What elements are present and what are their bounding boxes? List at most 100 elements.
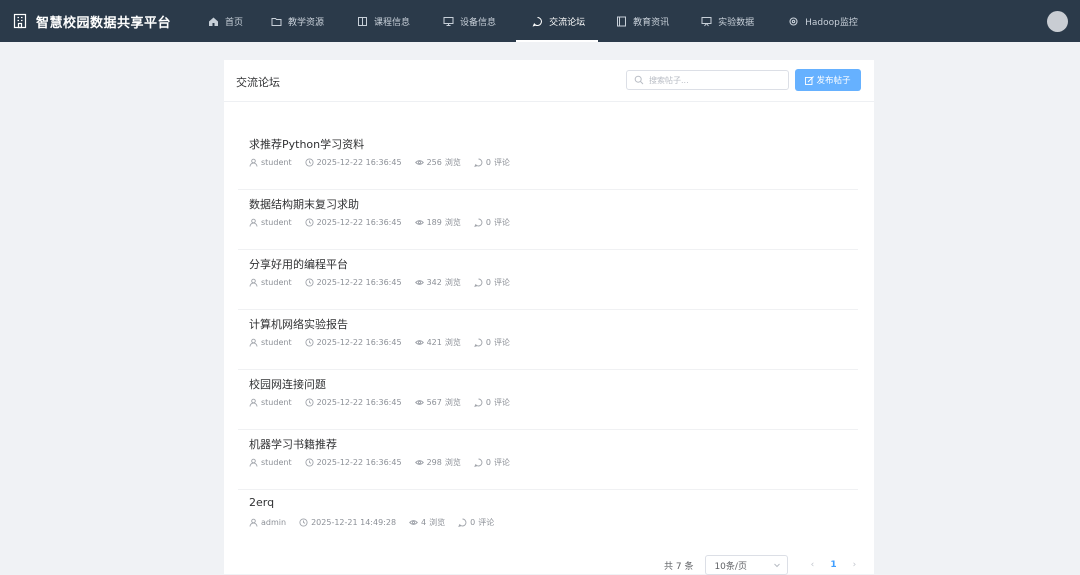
comment-icon [474,278,483,287]
comments-suffix: 评论 [478,518,495,527]
total-count: 共 7 条 [664,561,694,572]
post-comments: 0 评论 [458,517,494,528]
post-author: student [249,278,292,287]
page-number-current[interactable]: 1 [823,555,843,575]
nav-item-label: 实验数据 [718,17,755,28]
views-suffix: 浏览 [444,398,461,407]
views-count: 298 [426,458,442,467]
main-nav: 首页 教学资源 课程信息 设备信息 交流论坛 教育资讯 实验数据 Hadoop监… [205,0,868,42]
nav-item-home[interactable]: 首页 [205,0,255,42]
post-title[interactable]: 校园网连接问题 [249,376,326,392]
post-timestamp: 2025-12-22 16:36:45 [316,398,402,407]
clock-icon [305,458,314,467]
nav-item-label: 课程信息 [374,17,411,28]
nav-item-experiment-data[interactable]: 实验数据 [693,0,780,42]
list-item[interactable]: 计算机网络实验报告 student 2025-12-22 16:36:45 421 浏览… [238,310,858,370]
clock-icon [299,518,308,527]
nav-item-teaching-resources[interactable]: 教学资源 [255,0,349,42]
clock-icon [305,158,314,167]
search-input[interactable] [649,75,779,85]
eye-icon [414,218,424,227]
comments-count: 0 [485,158,491,167]
views-suffix: 浏览 [444,158,461,167]
comment-icon [474,398,483,407]
user-avatar[interactable] [1047,11,1068,32]
page-size-select[interactable]: 10条/页 [705,555,789,575]
post-time: 2025-12-21 14:49:28 [299,518,396,527]
list-item[interactable]: 校园网连接问题 student 2025-12-22 16:36:45 567 浏览 0 评… [238,370,858,430]
list-item[interactable]: 2erq admin 2025-12-21 14:49:28 4 浏览 0 评论 [238,490,858,550]
post-views: 4 浏览 [409,517,445,528]
post-author: student [249,338,292,347]
post-title[interactable]: 计算机网络实验报告 [249,316,348,332]
publish-post-button[interactable]: 发布帖子 [795,69,861,91]
nav-item-education-news[interactable]: 教育资讯 [598,0,693,42]
clock-icon [305,398,314,407]
comments-count: 0 [485,338,491,347]
views-suffix: 浏览 [444,218,461,227]
chart-board-icon [701,16,712,27]
user-icon [249,518,258,527]
gear-icon [788,16,799,27]
pagination: 共 7 条 10条/页 ‹ 1 › [664,555,864,575]
prev-page-button[interactable]: ‹ [802,555,822,575]
post-views: 298 浏览 [414,457,461,468]
views-suffix: 浏览 [444,338,461,347]
nav-item-device-info[interactable]: 设备信息 [435,0,516,42]
post-meta: student 2025-12-22 16:36:45 298 浏览 0 评论 [249,457,523,468]
clock-icon [305,338,314,347]
views-count: 4 [421,518,427,527]
clock-icon [305,278,314,287]
post-views: 567 浏览 [414,397,461,408]
search-box[interactable] [626,70,789,90]
post-time: 2025-12-22 16:36:45 [305,218,402,227]
author-name: student [261,398,292,407]
comments-suffix: 评论 [493,398,510,407]
user-icon [249,398,258,407]
post-title[interactable]: 数据结构期末复习求助 [249,196,359,212]
comments-suffix: 评论 [493,458,510,467]
eye-icon [414,338,424,347]
list-item[interactable]: 机器学习书籍推荐 student 2025-12-22 16:36:45 298 浏览 0… [238,430,858,490]
list-item[interactable]: 数据结构期末复习求助 student 2025-12-22 16:36:45 189 浏… [238,190,858,250]
post-title[interactable]: 求推荐Python学习资料 [249,136,364,152]
post-comments: 0 评论 [474,157,510,168]
post-views: 189 浏览 [414,217,461,228]
comments-suffix: 评论 [493,278,510,287]
nav-item-label: 教育资讯 [633,17,670,28]
post-timestamp: 2025-12-22 16:36:45 [316,278,402,287]
brand[interactable]: 智慧校园数据共享平台 [0,12,205,31]
folder-icon [271,16,282,27]
nav-item-label: 教学资源 [288,17,325,28]
post-meta: admin 2025-12-21 14:49:28 4 浏览 0 评论 [249,517,507,528]
list-item[interactable]: 分享好用的编程平台 student 2025-12-22 16:36:45 342 浏览… [238,250,858,310]
page-title: 交流论坛 [236,76,280,89]
nav-item-hadoop-monitor[interactable]: Hadoop监控 [780,0,868,42]
post-title[interactable]: 分享好用的编程平台 [249,256,348,272]
comment-icon [474,458,483,467]
next-page-button[interactable]: › [844,555,864,575]
author-name: student [261,338,292,347]
nav-item-course-info[interactable]: 课程信息 [349,0,435,42]
comments-suffix: 评论 [493,158,510,167]
nav-item-label: 交流论坛 [549,17,586,28]
comment-icon [474,158,483,167]
views-suffix: 浏览 [444,278,461,287]
post-views: 342 浏览 [414,277,461,288]
post-author: student [249,398,292,407]
nav-item-forum[interactable]: 交流论坛 [516,0,599,42]
post-comments: 0 评论 [474,277,510,288]
post-timestamp: 2025-12-21 14:49:28 [311,518,397,527]
search-icon [634,75,644,85]
list-item[interactable]: 求推荐Python学习资料 student 2025-12-22 16:36:45 2… [238,130,858,190]
views-count: 256 [426,158,442,167]
comments-suffix: 评论 [493,218,510,227]
post-timestamp: 2025-12-22 16:36:45 [316,158,402,167]
building-icon [12,13,28,29]
eye-icon [414,398,424,407]
chat-icon [532,16,543,27]
post-title[interactable]: 2erq [249,496,274,509]
views-count: 567 [426,398,442,407]
post-title[interactable]: 机器学习书籍推荐 [249,436,337,452]
edit-icon [805,75,815,85]
